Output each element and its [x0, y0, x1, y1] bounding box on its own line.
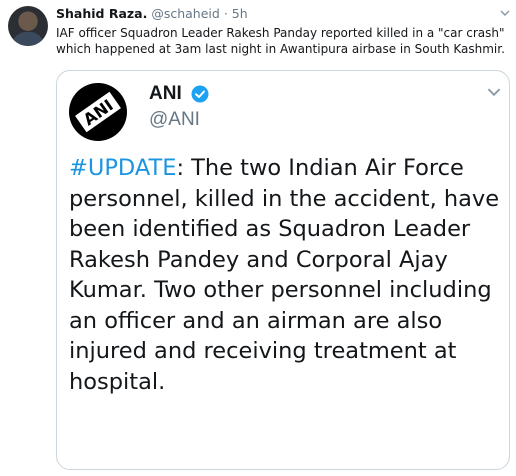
ani-logo-icon: ANI — [75, 91, 121, 133]
author-avatar[interactable] — [8, 6, 48, 46]
author-name[interactable]: Shahid Raza. — [56, 6, 147, 21]
hashtag-link[interactable]: #UPDATE — [69, 155, 176, 181]
author-handle[interactable]: @schaheid — [151, 6, 220, 21]
tweet-header: Shahid Raza. @schaheid · 5h — [56, 6, 248, 22]
quoted-author-handle[interactable]: @ANI — [149, 109, 200, 131]
chevron-down-icon[interactable] — [500, 8, 510, 18]
quoted-tweet-text: #UPDATE: The two Indian Air Force person… — [69, 153, 501, 397]
quoted-chevron-down-icon[interactable] — [487, 85, 501, 99]
tweet-text: IAF officer Squadron Leader Rakesh Panda… — [56, 26, 505, 56]
avatar-shirt — [12, 32, 44, 46]
ani-logo[interactable]: ANI — [69, 83, 127, 141]
header-separator: · — [223, 6, 228, 21]
quoted-author-name[interactable]: ANI — [149, 83, 182, 105]
tweet-timestamp[interactable]: 5h — [232, 6, 248, 21]
verified-badge-icon — [191, 85, 209, 103]
quoted-tweet[interactable]: ANI ANI @ANI #UPDATE: The two Indian Air… — [56, 70, 510, 470]
quoted-tweet-body: : The two Indian Air Force personnel, ki… — [69, 155, 500, 395]
